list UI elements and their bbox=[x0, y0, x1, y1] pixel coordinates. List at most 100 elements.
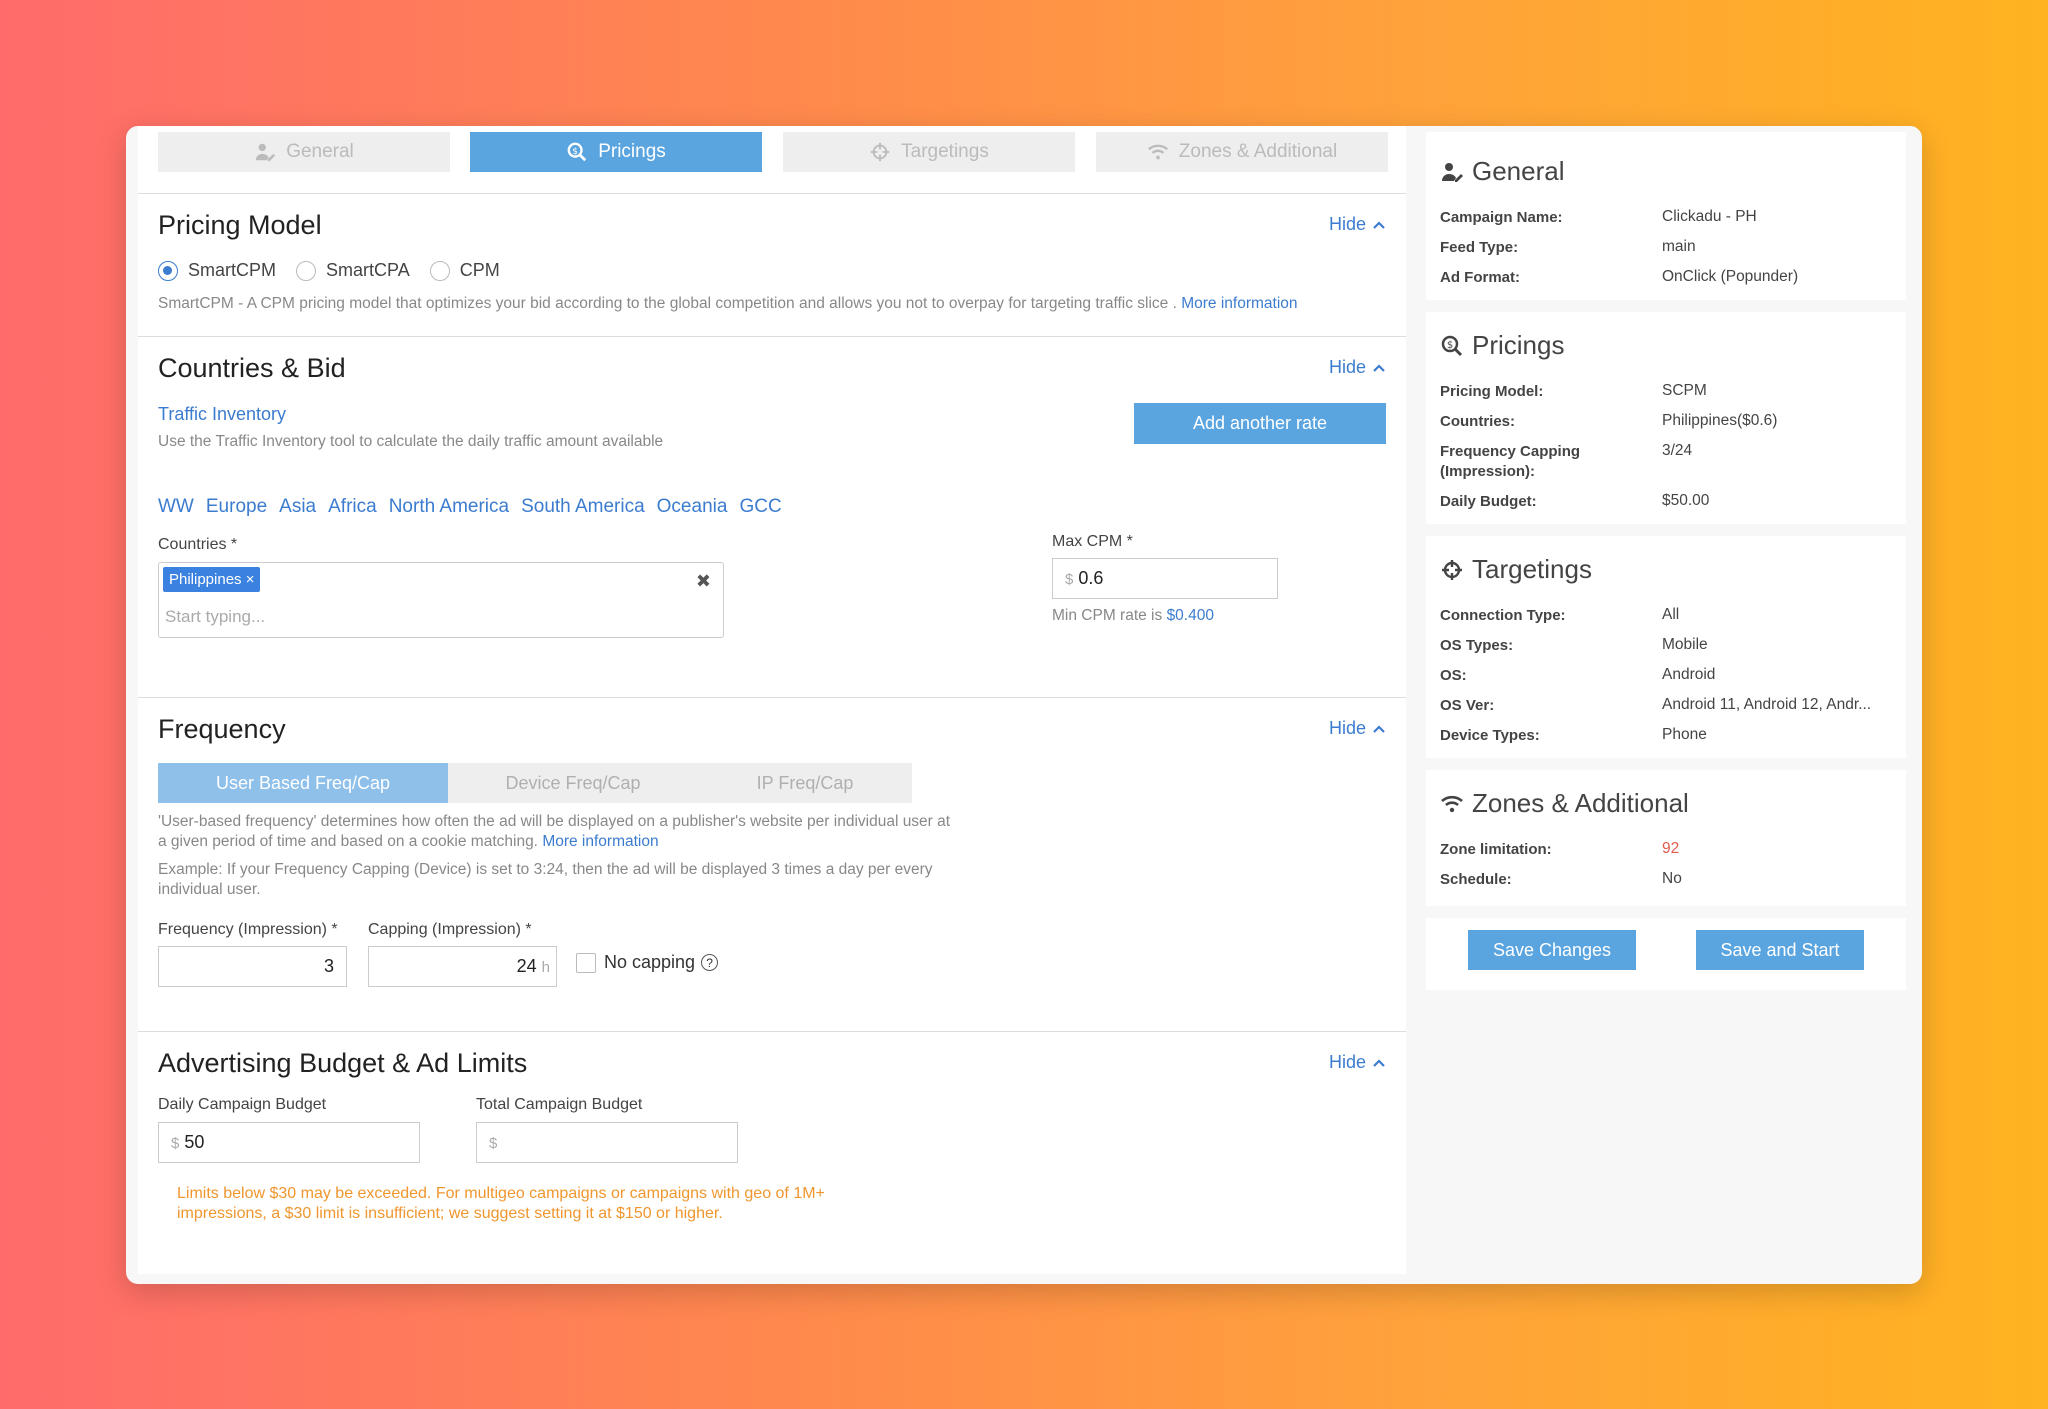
summary-key: Ad Format: bbox=[1440, 269, 1520, 286]
summary-zones-title: Zones & Additional bbox=[1440, 788, 1689, 819]
currency-symbol: $ bbox=[489, 1135, 498, 1152]
summary-key: OS: bbox=[1440, 667, 1467, 684]
summary-targetings-title: Targetings bbox=[1440, 554, 1592, 585]
hide-label: Hide bbox=[1328, 1052, 1366, 1072]
tab-label: Targetings bbox=[901, 141, 989, 162]
frequency-impression-input[interactable]: 3 bbox=[158, 946, 347, 987]
save-changes-button[interactable]: Save Changes bbox=[1468, 930, 1636, 970]
warning-line: impressions, a $30 limit is insufficient… bbox=[177, 1205, 723, 1222]
chevron-up-icon bbox=[1373, 724, 1385, 733]
region-north-america[interactable]: North America bbox=[389, 496, 509, 518]
country-tag-philippines[interactable]: Philippines × bbox=[163, 567, 261, 592]
summary-value: $50.00 bbox=[1662, 492, 1710, 509]
currency-symbol: $ bbox=[171, 1135, 180, 1152]
hide-frequency-link[interactable]: Hide bbox=[1329, 718, 1386, 739]
currency-symbol: $ bbox=[1065, 571, 1074, 588]
summary-pricings-title: $ Pricings bbox=[1440, 330, 1564, 361]
clear-icon[interactable]: ✖ bbox=[696, 571, 711, 592]
summary-key: Pricing Model: bbox=[1440, 383, 1544, 400]
summary-key: Connection Type: bbox=[1440, 607, 1566, 624]
summary-key: OS Ver: bbox=[1440, 697, 1495, 714]
panel-title-text: Zones & Additional bbox=[1472, 788, 1689, 818]
frequency-title: Frequency bbox=[158, 714, 286, 744]
summary-value: Phone bbox=[1662, 726, 1707, 743]
panel-title-text: General bbox=[1472, 156, 1565, 186]
total-budget-input[interactable]: $ bbox=[476, 1122, 738, 1163]
hide-label: Hide bbox=[1328, 357, 1366, 377]
radio-circle[interactable] bbox=[296, 260, 317, 281]
chevron-up-icon bbox=[1373, 1058, 1385, 1067]
region-gcc[interactable]: GCC bbox=[739, 496, 781, 518]
radio-label: SmartCPM bbox=[188, 260, 277, 280]
min-cpm-value[interactable]: $0.400 bbox=[1167, 607, 1214, 624]
region-africa[interactable]: Africa bbox=[328, 496, 377, 518]
example-line: individual user. bbox=[158, 881, 261, 898]
tab-general[interactable]: General bbox=[158, 132, 450, 172]
region-oceania[interactable]: Oceania bbox=[657, 496, 728, 518]
tab-zones[interactable]: Zones & Additional bbox=[1096, 132, 1388, 172]
radio-circle[interactable] bbox=[429, 260, 450, 281]
summary-pricings: $ Pricings Pricing Model: SCPM Countries… bbox=[1426, 312, 1906, 524]
tab-ip-freq[interactable]: IP Freq/Cap bbox=[698, 763, 912, 803]
summary-value: Clickadu - PH bbox=[1662, 208, 1757, 225]
radio-smartcpa[interactable]: SmartCPA bbox=[296, 260, 410, 281]
zone-limitation-value[interactable]: 92 bbox=[1662, 840, 1679, 858]
tab-device-freq[interactable]: Device Freq/Cap bbox=[448, 763, 698, 803]
no-capping-label: No capping ? bbox=[604, 952, 719, 973]
user-edit-icon bbox=[256, 143, 276, 162]
hide-countries-link[interactable]: Hide bbox=[1329, 357, 1386, 378]
svg-text:$: $ bbox=[1447, 340, 1453, 351]
no-capping-checkbox[interactable] bbox=[576, 953, 596, 973]
radio-cpm[interactable]: CPM bbox=[429, 260, 500, 281]
region-asia[interactable]: Asia bbox=[279, 496, 316, 518]
panel-title-text: Targetings bbox=[1472, 554, 1592, 584]
chevron-up-icon bbox=[1373, 220, 1385, 229]
example-line: Example: If your Frequency Capping (Devi… bbox=[158, 861, 933, 878]
total-budget-label: Total Campaign Budget bbox=[476, 1096, 643, 1113]
pricing-model-options: SmartCPM SmartCPA CPM bbox=[158, 260, 500, 281]
countries-field[interactable]: Philippines × ✖ Start typing... bbox=[158, 562, 724, 638]
summary-zones: Zones & Additional Zone limitation: 92 S… bbox=[1426, 770, 1906, 906]
more-information-link[interactable]: More information bbox=[1181, 295, 1297, 312]
frequency-example: Example: If your Frequency Capping (Devi… bbox=[158, 860, 1018, 900]
tab-user-based-freq[interactable]: User Based Freq/Cap bbox=[158, 763, 448, 803]
summary-value: All bbox=[1662, 606, 1680, 623]
add-another-rate-button[interactable]: Add another rate bbox=[1134, 403, 1386, 444]
tab-pricings[interactable]: $ Pricings bbox=[470, 132, 762, 172]
summary-key: Zone limitation: bbox=[1440, 841, 1552, 858]
region-south-america[interactable]: South America bbox=[521, 496, 645, 518]
radio-label: CPM bbox=[459, 260, 500, 280]
summary-value: Mobile bbox=[1662, 636, 1708, 653]
summary-key: Campaign Name: bbox=[1440, 209, 1563, 226]
summary-general: General Campaign Name: Clickadu - PH Fee… bbox=[1426, 132, 1906, 300]
frequency-description: 'User-based frequency' determines how of… bbox=[158, 812, 1018, 852]
summary-value: Philippines($0.6) bbox=[1662, 412, 1778, 429]
panel-title-text: Pricings bbox=[1472, 330, 1565, 360]
more-information-link[interactable]: More information bbox=[542, 833, 658, 850]
summary-value: main bbox=[1662, 238, 1696, 255]
traffic-inventory-link[interactable]: Traffic Inventory bbox=[158, 404, 286, 425]
wifi-icon bbox=[1441, 795, 1463, 812]
region-europe[interactable]: Europe bbox=[206, 496, 267, 518]
radio-smartcpm[interactable]: SmartCPM bbox=[158, 260, 276, 281]
crosshair-icon bbox=[1442, 559, 1462, 580]
save-and-start-button[interactable]: Save and Start bbox=[1696, 930, 1864, 970]
wizard-tabs: General $ Pricings Targetings Zones & Ad… bbox=[158, 132, 1388, 172]
summary-value: OnClick (Popunder) bbox=[1662, 268, 1799, 285]
description-line: a given period of time and based on a co… bbox=[158, 833, 538, 850]
region-ww[interactable]: WW bbox=[158, 496, 194, 518]
max-cpm-input[interactable]: $ 0.6 bbox=[1052, 558, 1278, 599]
countries-placeholder[interactable]: Start typing... bbox=[165, 607, 265, 627]
countries-bid-title: Countries & Bid bbox=[158, 353, 346, 383]
help-icon[interactable]: ? bbox=[701, 954, 719, 971]
radio-label: SmartCPA bbox=[326, 260, 410, 280]
daily-budget-input[interactable]: $ 50 bbox=[158, 1122, 420, 1163]
hide-budget-link[interactable]: Hide bbox=[1329, 1052, 1386, 1073]
tab-targetings[interactable]: Targetings bbox=[783, 132, 1075, 172]
radio-circle[interactable] bbox=[158, 260, 178, 281]
search-dollar-icon: $ bbox=[1441, 335, 1463, 356]
capping-impression-input[interactable]: 24 h bbox=[368, 946, 557, 987]
hide-pricing-link[interactable]: Hide bbox=[1329, 214, 1386, 235]
budget-title: Advertising Budget & Ad Limits bbox=[158, 1048, 528, 1078]
divider bbox=[138, 697, 1406, 698]
